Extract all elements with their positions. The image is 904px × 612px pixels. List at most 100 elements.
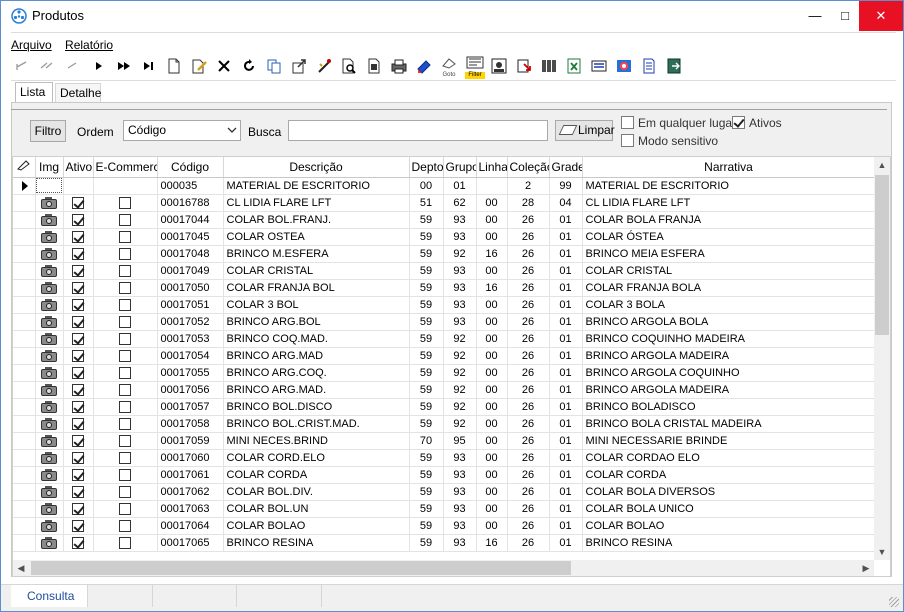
cell-ecommerce[interactable] xyxy=(93,313,158,331)
cell-grupo[interactable]: 92 xyxy=(443,245,477,263)
row-indicator[interactable] xyxy=(13,330,36,348)
cell-linha[interactable]: 16 xyxy=(476,245,508,263)
cell-grade[interactable]: 01 xyxy=(549,449,583,467)
maximize-button[interactable]: □ xyxy=(831,1,859,31)
cell-linha[interactable]: 00 xyxy=(476,381,508,399)
table-row[interactable]: 00017054 BRINCO ARG.MAD 59 92 00 26 01 BRINCO A… xyxy=(13,347,876,365)
cell-grupo[interactable]: 92 xyxy=(443,364,477,382)
cell-ativo[interactable] xyxy=(63,211,94,229)
row-indicator[interactable] xyxy=(13,449,36,467)
cell-grade[interactable]: 01 xyxy=(549,211,583,229)
cell-ativo[interactable] xyxy=(63,415,94,433)
ativo-checkbox[interactable] xyxy=(72,349,84,362)
cell-grade[interactable]: 01 xyxy=(549,500,583,518)
image-icon[interactable] xyxy=(490,56,508,76)
cell-linha[interactable]: 00 xyxy=(476,228,508,246)
next-page-icon[interactable] xyxy=(115,56,133,76)
ativo-checkbox[interactable] xyxy=(72,196,84,209)
cell-grupo[interactable]: 93 xyxy=(443,296,477,314)
cell-depto[interactable]: 59 xyxy=(409,483,444,501)
cell-codigo[interactable]: 00017045 xyxy=(157,228,224,246)
cell-grade[interactable]: 01 xyxy=(549,432,583,450)
table-row[interactable]: 00017048 BRINCO M.ESFERA 59 92 16 26 01 BRINCO … xyxy=(13,245,876,263)
row-indicator[interactable] xyxy=(13,517,36,535)
row-indicator[interactable] xyxy=(13,500,36,518)
cell-colecao[interactable]: 26 xyxy=(507,398,550,416)
row-indicator[interactable] xyxy=(13,194,36,212)
goto-button[interactable]: Goto xyxy=(440,56,458,78)
cell-descricao[interactable]: COLAR OSTEA xyxy=(223,228,410,246)
resize-grip-icon[interactable] xyxy=(889,597,899,607)
cell-grupo[interactable]: 93 xyxy=(443,449,477,467)
cell-codigo[interactable]: 00017065 xyxy=(157,534,224,552)
cell-linha[interactable]: 00 xyxy=(476,364,508,382)
cell-grupo[interactable]: 92 xyxy=(443,398,477,416)
cell-colecao[interactable]: 26 xyxy=(507,211,550,229)
cell-codigo[interactable]: 00017048 xyxy=(157,245,224,263)
cell-ecommerce[interactable] xyxy=(93,398,158,416)
cell-descricao[interactable]: COLAR CRISTAL xyxy=(223,262,410,280)
cell-ecommerce[interactable] xyxy=(93,245,158,263)
cell-narrativa[interactable]: COLAR BOLA DIVERSOS xyxy=(582,483,876,501)
cell-codigo[interactable]: 00017054 xyxy=(157,347,224,365)
header-codigo[interactable]: Código xyxy=(157,157,224,178)
ecommerce-checkbox[interactable] xyxy=(119,536,131,549)
cell-grade[interactable]: 01 xyxy=(549,279,583,297)
cell-colecao[interactable]: 26 xyxy=(507,245,550,263)
ecommerce-checkbox[interactable] xyxy=(119,247,131,260)
import-icon[interactable] xyxy=(515,56,533,76)
vertical-scrollbar[interactable]: ▲ ▼ xyxy=(874,157,890,560)
cell-grupo[interactable]: 93 xyxy=(443,211,477,229)
cell-depto[interactable]: 59 xyxy=(409,534,444,552)
scroll-up-icon[interactable]: ▲ xyxy=(874,157,890,173)
row-indicator[interactable] xyxy=(13,534,36,552)
table-row[interactable]: 00017050 COLAR FRANJA BOL 59 93 16 26 01 COLAR … xyxy=(13,279,876,297)
cell-grade[interactable]: 01 xyxy=(549,330,583,348)
ecommerce-checkbox[interactable] xyxy=(119,196,131,209)
cell-narrativa[interactable]: MATERIAL DE ESCRITORIO xyxy=(582,177,876,195)
cell-linha[interactable]: 16 xyxy=(476,279,508,297)
ecommerce-checkbox[interactable] xyxy=(119,298,131,311)
cell-narrativa[interactable]: COLAR 3 BOLA xyxy=(582,296,876,314)
cell-ecommerce[interactable] xyxy=(93,296,158,314)
cell-descricao[interactable]: BRINCO ARG.COQ. xyxy=(223,364,410,382)
cell-descricao[interactable]: COLAR 3 BOL xyxy=(223,296,410,314)
cell-ativo[interactable] xyxy=(63,228,94,246)
cell-codigo[interactable]: 00016788 xyxy=(157,194,224,212)
notes-icon[interactable] xyxy=(640,56,658,76)
barcode-icon[interactable] xyxy=(540,56,558,76)
scroll-right-icon[interactable]: ▶ xyxy=(858,560,874,576)
cell-colecao[interactable]: 26 xyxy=(507,296,550,314)
cell-codigo[interactable]: 00017044 xyxy=(157,211,224,229)
cell-colecao[interactable]: 26 xyxy=(507,262,550,280)
cell-depto[interactable]: 59 xyxy=(409,211,444,229)
cell-colecao[interactable]: 26 xyxy=(507,313,550,331)
row-indicator[interactable] xyxy=(13,432,36,450)
row-indicator[interactable] xyxy=(13,279,36,297)
row-indicator[interactable] xyxy=(13,245,36,263)
cell-linha[interactable]: 00 xyxy=(476,466,508,484)
cell-colecao[interactable]: 26 xyxy=(507,432,550,450)
header-linha[interactable]: Linha xyxy=(476,157,508,178)
cell-linha[interactable]: 00 xyxy=(476,432,508,450)
cell-descricao[interactable]: BRINCO BOL.CRIST.MAD. xyxy=(223,415,410,433)
cell-codigo[interactable]: 00017061 xyxy=(157,466,224,484)
cell-linha[interactable]: 00 xyxy=(476,262,508,280)
cell-grade[interactable]: 99 xyxy=(549,177,583,195)
cell-depto[interactable]: 59 xyxy=(409,517,444,535)
menu-arquivo[interactable]: Arquivo xyxy=(11,38,52,52)
color-icon[interactable] xyxy=(615,56,633,76)
cell-narrativa[interactable]: COLAR ÓSTEA xyxy=(582,228,876,246)
cell-depto[interactable]: 59 xyxy=(409,466,444,484)
copy-icon[interactable] xyxy=(265,56,283,76)
ativo-checkbox[interactable] xyxy=(72,417,84,430)
cell-codigo[interactable]: 00017053 xyxy=(157,330,224,348)
ecommerce-checkbox[interactable] xyxy=(119,485,131,498)
cell-grade[interactable]: 01 xyxy=(549,313,583,331)
cell-descricao[interactable]: COLAR BOL.FRANJ. xyxy=(223,211,410,229)
cell-narrativa[interactable]: COLAR CORDAO ELO xyxy=(582,449,876,467)
ativo-checkbox[interactable] xyxy=(72,400,84,413)
cell-grade[interactable]: 01 xyxy=(549,381,583,399)
cell-ativo[interactable] xyxy=(63,483,94,501)
ecommerce-checkbox[interactable] xyxy=(119,434,131,447)
